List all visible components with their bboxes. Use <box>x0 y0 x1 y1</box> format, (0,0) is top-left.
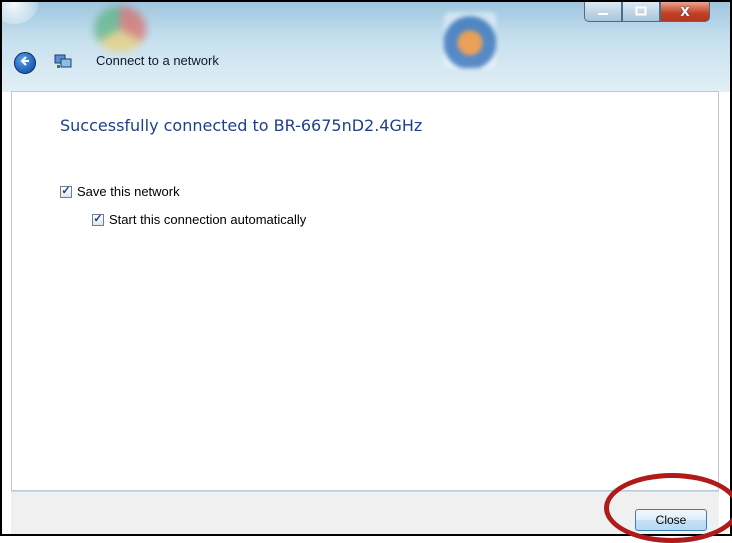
save-network-label: Save this network <box>77 184 180 199</box>
window-controls: X <box>584 2 710 22</box>
network-icon <box>54 53 72 69</box>
minimize-icon <box>597 5 609 19</box>
button-bar: Close <box>11 491 719 534</box>
background-app-icon <box>94 6 146 52</box>
window-title: Connect to a network <box>96 53 219 68</box>
auto-connect-label: Start this connection automatically <box>109 212 307 227</box>
background-document-icon <box>444 12 496 68</box>
back-arrow-icon <box>19 55 31 71</box>
maximize-icon <box>635 5 647 19</box>
save-network-checkbox[interactable]: ✓ <box>60 185 72 198</box>
back-button[interactable] <box>14 52 36 74</box>
close-button[interactable]: Close <box>635 509 707 531</box>
save-network-option[interactable]: ✓ Save this network <box>60 184 180 199</box>
window-close-button[interactable]: X <box>660 2 710 22</box>
minimize-button[interactable] <box>584 2 622 22</box>
glass-highlight <box>2 2 38 24</box>
auto-connect-option[interactable]: ✓ Start this connection automatically <box>92 212 306 227</box>
content-area: Successfully connected to BR-6675nD2.4GH… <box>11 91 719 491</box>
auto-connect-checkbox[interactable]: ✓ <box>92 213 104 226</box>
title-bar: X Connect to a network <box>2 2 730 92</box>
maximize-button[interactable] <box>622 2 660 22</box>
window: X Connect to a network Successfully conn… <box>0 0 732 536</box>
page-heading: Successfully connected to BR-6675nD2.4GH… <box>60 116 423 135</box>
close-icon: X <box>680 4 690 19</box>
